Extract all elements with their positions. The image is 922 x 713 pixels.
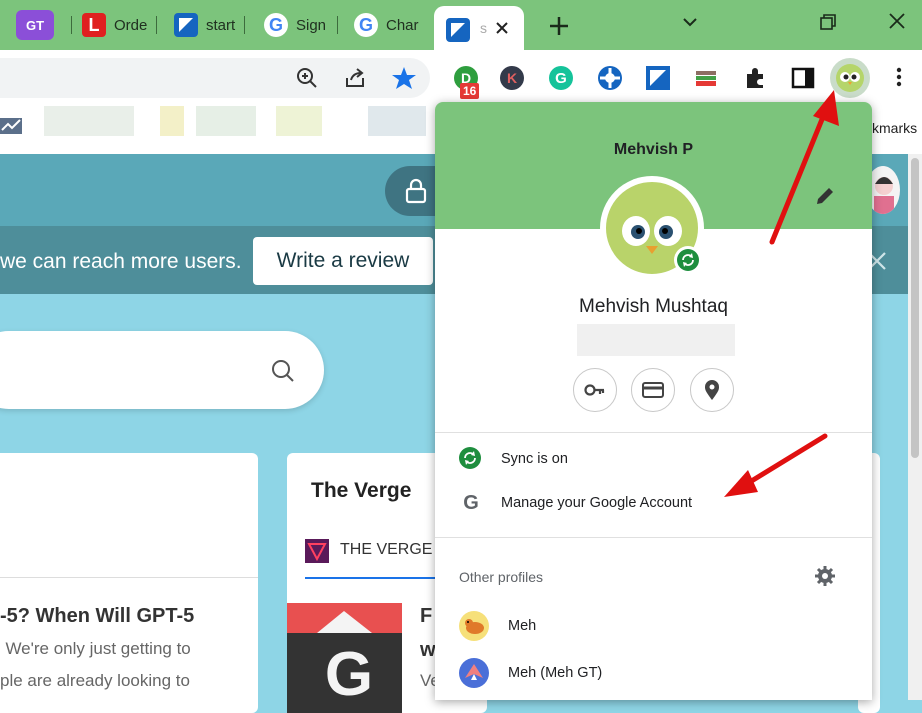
annotation-arrows — [724, 90, 839, 497]
red-arrow-icon — [769, 90, 839, 245]
red-arrow-icon — [724, 433, 828, 497]
